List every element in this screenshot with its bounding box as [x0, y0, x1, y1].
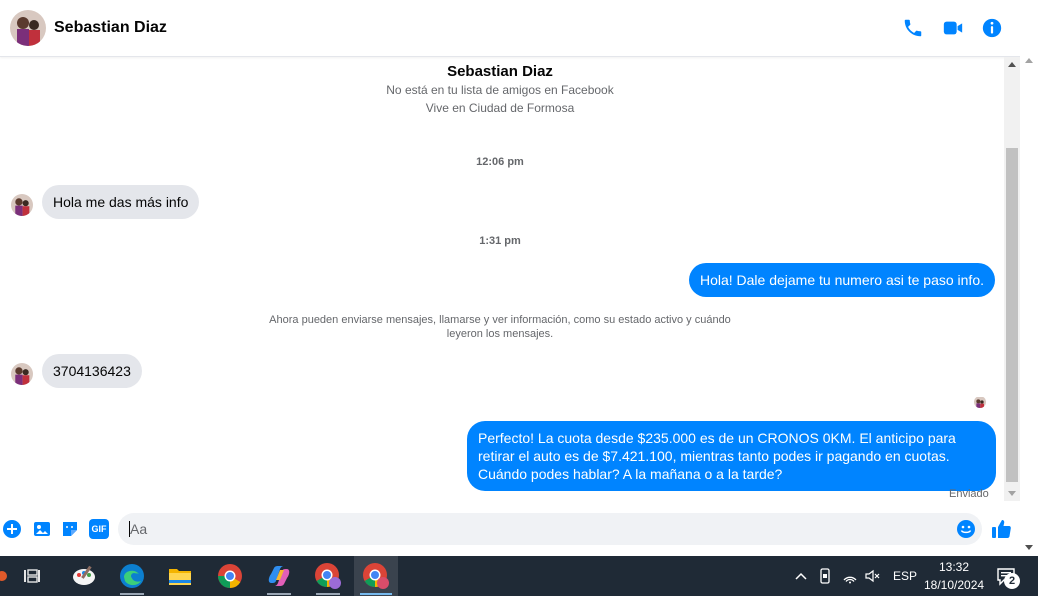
emoji-icon[interactable] — [956, 519, 976, 539]
conversation-area: Sebastian Diaz No está en tu lista de am… — [0, 57, 1004, 507]
incoming-message[interactable]: Hola me das más info — [42, 185, 200, 219]
scroll-up-arrow-icon[interactable] — [1008, 62, 1016, 67]
chrome-icon — [218, 564, 242, 588]
folder-icon — [169, 569, 191, 585]
message-composer: GIF — [0, 507, 1020, 551]
taskbar-app-chrome[interactable] — [208, 556, 252, 596]
notification-center[interactable]: 2 — [996, 566, 1022, 589]
chat-header: Sebastian Diaz — [0, 0, 1020, 57]
page-scroll-down-icon[interactable] — [1025, 545, 1033, 550]
scroll-down-arrow-icon[interactable] — [1008, 491, 1016, 496]
widgets-icon[interactable] — [0, 566, 8, 586]
contact-name[interactable]: Sebastian Diaz — [54, 19, 167, 37]
conversation-scrollbar[interactable] — [1004, 57, 1020, 501]
messenger-window: Sebastian Diaz Sebastian Diaz No está en… — [0, 0, 1038, 556]
scrollbar-thumb[interactable] — [1006, 148, 1018, 482]
seen-avatar — [974, 396, 986, 408]
outgoing-message[interactable]: Hola! Dale dejame tu numero asi te paso … — [688, 263, 995, 297]
intro-location: Vive en Ciudad de Formosa — [425, 101, 575, 115]
edge-browser-icon — [120, 564, 144, 588]
timestamp: 12:06 pm — [476, 156, 524, 168]
sender-avatar[interactable] — [11, 363, 33, 385]
running-indicator — [316, 593, 340, 595]
taskbar-app-edge[interactable] — [110, 556, 154, 596]
photo-icon[interactable] — [32, 519, 52, 539]
clock-time[interactable]: 13:32 — [939, 560, 969, 574]
phone-link-icon[interactable] — [817, 568, 833, 584]
taskbar-app-copilot[interactable] — [257, 556, 301, 596]
message-input[interactable] — [130, 519, 930, 539]
contact-avatar[interactable] — [10, 10, 46, 46]
sender-avatar[interactable] — [11, 194, 33, 216]
windows-taskbar: ESP 13:32 18/10/2024 2 — [0, 556, 1038, 596]
taskbar-app-chrome-active[interactable] — [354, 556, 398, 596]
copilot-icon — [268, 566, 290, 586]
sent-status: Enviado — [949, 488, 989, 500]
taskbar-app-chrome-profile[interactable] — [306, 556, 350, 596]
chrome-profile-icon — [363, 563, 389, 589]
incoming-message[interactable]: 3704136423 — [42, 354, 142, 388]
intro-friend-status: No está en tu lista de amigos en Faceboo… — [386, 83, 614, 97]
text-caret — [129, 521, 130, 537]
running-indicator — [120, 593, 144, 595]
page-scroll-up-icon[interactable] — [1025, 58, 1033, 63]
clock-date[interactable]: 18/10/2024 — [924, 578, 984, 592]
taskbar-app-paint[interactable] — [62, 556, 106, 596]
outgoing-message[interactable]: Perfecto! La cuota desde $235.000 es de … — [467, 421, 996, 491]
video-call-icon[interactable] — [942, 17, 964, 39]
taskbar-app-file-explorer[interactable] — [158, 556, 202, 596]
plus-icon[interactable] — [2, 519, 22, 539]
timestamp: 1:31 pm — [479, 235, 521, 247]
chevron-up-icon[interactable] — [793, 568, 809, 584]
phone-call-icon[interactable] — [902, 17, 924, 39]
message-input-wrapper — [118, 513, 982, 545]
active-indicator — [360, 593, 392, 595]
task-view-button[interactable] — [10, 556, 54, 596]
page-scrollbar[interactable] — [1020, 0, 1038, 556]
chrome-profile-icon — [315, 563, 341, 589]
speaker-muted-icon[interactable] — [864, 568, 880, 584]
input-language[interactable]: ESP — [893, 569, 917, 583]
system-message: Ahora pueden enviarse mensajes, llamarse… — [269, 314, 731, 340]
running-indicator — [267, 593, 291, 595]
wifi-icon[interactable] — [842, 568, 858, 584]
notification-badge: 2 — [1004, 573, 1020, 589]
paint-app-icon — [73, 565, 95, 585]
like-icon[interactable] — [990, 518, 1012, 540]
gif-icon[interactable]: GIF — [89, 519, 109, 539]
info-icon[interactable] — [981, 17, 1003, 39]
intro-contact-name: Sebastian Diaz — [447, 63, 553, 80]
task-view-icon — [24, 569, 40, 583]
sticker-icon[interactable] — [60, 519, 80, 539]
